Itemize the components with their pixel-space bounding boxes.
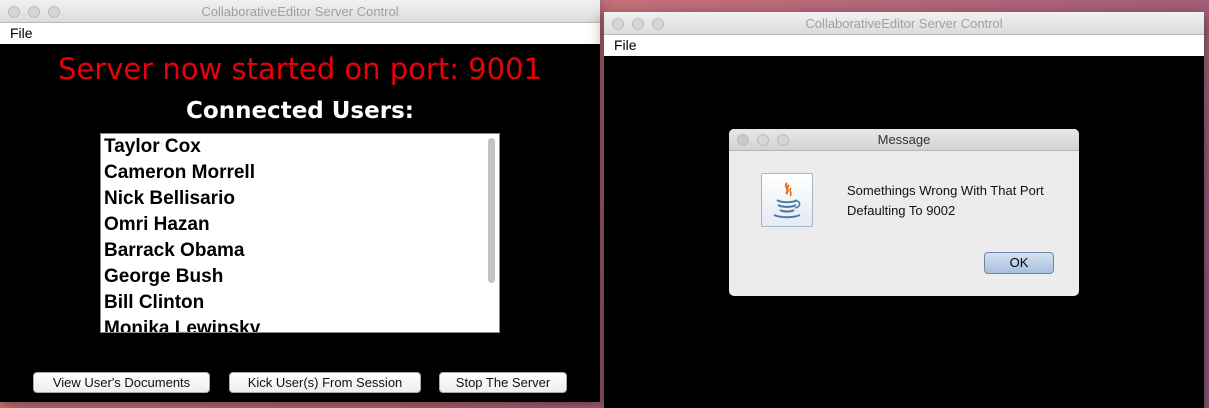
view-user-documents-button[interactable]: View User's Documents [33, 372, 210, 393]
window-controls [612, 18, 664, 30]
dialog-minimize-button [757, 134, 769, 146]
server-control-window-left: CollaborativeEditor Server Control File … [0, 0, 600, 402]
dialog-zoom-button [777, 134, 789, 146]
dialog-message-line1: Somethings Wrong With That Port [847, 183, 1044, 198]
connected-users-list[interactable]: Taylor Cox Cameron Morrell Nick Bellisar… [100, 133, 500, 333]
minimize-window-button[interactable] [28, 6, 40, 18]
list-item[interactable]: Nick Bellisario [101, 186, 499, 212]
dialog-title-bar[interactable]: Message [729, 129, 1079, 151]
list-item[interactable]: Monika Lewinsky [101, 316, 499, 332]
list-item[interactable]: Taylor Cox [101, 134, 499, 160]
kick-users-button[interactable]: Kick User(s) From Session [229, 372, 421, 393]
list-item[interactable]: Bill Clinton [101, 290, 499, 316]
menu-bar: File [0, 23, 600, 44]
close-window-button[interactable] [612, 18, 624, 30]
list-scrollbar[interactable] [488, 138, 495, 283]
server-status-text: Server now started on port: 9001 [58, 52, 542, 86]
dialog-message: Somethings Wrong With That Port Defaulti… [847, 181, 1044, 221]
stop-server-button[interactable]: Stop The Server [439, 372, 567, 393]
title-bar[interactable]: CollaborativeEditor Server Control [604, 12, 1204, 35]
list-item[interactable]: Cameron Morrell [101, 160, 499, 186]
close-window-button[interactable] [8, 6, 20, 18]
connected-users-heading: Connected Users: [186, 98, 414, 124]
list-item[interactable]: Barrack Obama [101, 238, 499, 264]
window-controls [8, 6, 60, 18]
dialog-message-line2: Defaulting To 9002 [847, 203, 956, 218]
menu-file[interactable]: File [10, 25, 33, 41]
list-item[interactable]: Omri Hazan [101, 212, 499, 238]
window-title: CollaborativeEditor Server Control [201, 4, 399, 19]
message-dialog: Message Somethings Wrong With That Port … [729, 129, 1079, 296]
minimize-window-button[interactable] [632, 18, 644, 30]
zoom-window-button[interactable] [48, 6, 60, 18]
list-item[interactable]: George Bush [101, 264, 499, 290]
menu-bar: File [604, 35, 1204, 56]
dialog-window-controls [737, 134, 789, 146]
dialog-close-button[interactable] [737, 134, 749, 146]
title-bar[interactable]: CollaborativeEditor Server Control [0, 0, 600, 23]
zoom-window-button[interactable] [652, 18, 664, 30]
window-title: CollaborativeEditor Server Control [805, 16, 1003, 31]
java-icon [761, 173, 813, 227]
server-control-window-right: CollaborativeEditor Server Control File … [604, 12, 1204, 408]
dialog-title: Message [877, 132, 931, 147]
menu-file[interactable]: File [614, 37, 637, 53]
ok-button[interactable]: OK [984, 252, 1054, 274]
